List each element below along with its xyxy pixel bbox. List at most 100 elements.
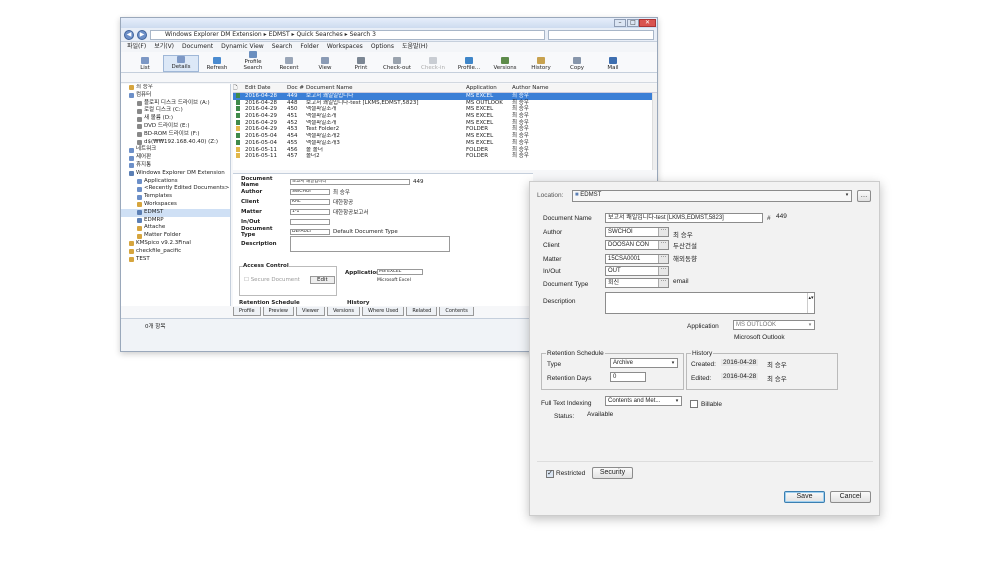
toolbar-button[interactable]: Mail <box>595 57 631 72</box>
tab-related[interactable]: Related <box>406 307 438 316</box>
tree-item[interactable]: 휴지통 <box>121 162 230 170</box>
author-field[interactable]: SWCHOI <box>290 188 330 195</box>
matter-lookup-button[interactable]: ··· <box>658 255 668 263</box>
table-row[interactable]: 2016-05-11 456 폴 폴더 FOLDER 최 승우 <box>233 146 657 154</box>
menu-item[interactable]: 보기(V) <box>154 42 174 52</box>
table-row[interactable]: 2016-05-04 455 액셀파일조개3 MS EXCEL 최 승우 <box>233 139 657 147</box>
search-input[interactable] <box>548 29 654 40</box>
menu-item[interactable]: 파일(F) <box>127 42 146 52</box>
tab-contents[interactable]: Contents <box>439 307 474 316</box>
tree-item[interactable]: DVD 드라이브 (E:) <box>121 123 230 131</box>
forward-icon[interactable]: ▶ <box>137 29 147 40</box>
tab-preview[interactable]: Preview <box>262 307 295 316</box>
tree-item[interactable]: EDMRP <box>121 217 230 225</box>
tree-item[interactable]: KMSpico v9.2.3Final <box>121 240 230 248</box>
toolbar-button[interactable]: Details <box>163 55 199 72</box>
tree-item[interactable]: 로컬 디스크 (C:) <box>121 107 230 115</box>
tree-item[interactable]: BD-ROM 드라이브 (F:) <box>121 131 230 139</box>
menu-item[interactable]: Workspaces <box>327 42 363 52</box>
tree-item[interactable]: Windows Explorer DM Extension <box>121 170 230 178</box>
table-row[interactable]: 2016-05-11 457 폴더2 FOLDER 최 승우 <box>233 153 657 160</box>
doctype-lookup-button[interactable]: ··· <box>658 279 668 287</box>
table-row[interactable]: 2016-04-29 451 액셀파일조개 MS EXCEL 최 승우 <box>233 113 657 120</box>
toolbar-button[interactable]: Profile Search <box>235 51 271 72</box>
menu-item[interactable]: Search <box>272 42 293 52</box>
toolbar-button[interactable]: View <box>307 57 343 72</box>
maximize-button[interactable]: □ <box>627 19 639 27</box>
tree-item[interactable]: 컴퓨터 <box>121 92 230 100</box>
retention-days-input[interactable]: 0 <box>610 372 646 382</box>
application-select[interactable]: MS OUTLOOK ▾ <box>733 320 815 330</box>
menu-item[interactable]: Options <box>371 42 394 52</box>
location-select[interactable]: ■ EDMST ▾ <box>572 190 852 202</box>
col-application[interactable]: Application <box>466 84 512 92</box>
author-input[interactable]: SWCHOI ··· <box>605 227 669 237</box>
tree-item[interactable]: Attache <box>121 224 230 232</box>
toolbar-button[interactable]: Versions <box>487 57 523 72</box>
retention-type-select[interactable]: Archive ▾ <box>610 358 678 368</box>
tree-item[interactable]: 새 볼륨 (D:) <box>121 115 230 123</box>
description-input[interactable]: ▴▾ <box>605 292 815 314</box>
menu-item[interactable]: Folder <box>300 42 319 52</box>
client-field[interactable]: KAL <box>290 198 330 205</box>
application-field[interactable]: MS EXCEL <box>377 269 423 275</box>
table-row[interactable]: 2016-04-29 450 액셀파일조개 MS EXCEL 최 승우 <box>233 106 657 113</box>
col-doc-number[interactable]: Doc # <box>287 84 306 92</box>
address-input[interactable]: Windows Explorer DM Extension ▸ EDMST ▸ … <box>150 29 545 40</box>
col-document-name[interactable]: Document Name <box>306 84 466 92</box>
tree-item[interactable]: 네트워크 <box>121 146 230 154</box>
tab-where-used[interactable]: Where Used <box>362 307 405 316</box>
toolbar-button[interactable]: Recent <box>271 57 307 72</box>
col-edit-date[interactable]: Edit Date <box>245 84 287 92</box>
save-button[interactable]: Save <box>784 491 825 503</box>
tree-item[interactable]: Workspaces <box>121 201 230 209</box>
tree-item[interactable]: Applications <box>121 178 230 186</box>
full-text-indexing-select[interactable]: Contents and Met... ▾ <box>605 396 682 406</box>
minimize-button[interactable]: – <box>614 19 626 27</box>
toolbar-button[interactable]: Check-out <box>379 57 415 72</box>
tree-item[interactable]: EDMST <box>121 208 230 217</box>
toolbar-button[interactable]: Refresh <box>199 57 235 72</box>
menu-item[interactable]: Document <box>182 42 213 52</box>
secure-document-checkbox[interactable]: ☐ Secure Document <box>244 277 300 283</box>
table-row[interactable]: 2016-05-04 454 액셀파일조개2 MS EXCEL 최 승우 <box>233 133 657 140</box>
tab-profile[interactable]: Profile <box>233 307 261 316</box>
restricted-checkbox[interactable]: ✓ <box>546 470 554 478</box>
col-author-name[interactable]: Author Name <box>512 84 572 92</box>
toolbar-button[interactable]: Check-in <box>415 57 451 72</box>
cancel-button[interactable]: Cancel <box>830 491 871 503</box>
security-button[interactable]: Security <box>592 467 633 479</box>
matter-input[interactable]: 15CSA0001 ··· <box>605 254 669 264</box>
toolbar-button[interactable]: History <box>523 57 559 72</box>
list-scrollbar[interactable] <box>652 93 657 170</box>
tree-item[interactable]: <Recently Edited Documents> <box>121 185 230 193</box>
tree-item[interactable]: checkfile_pacific <box>121 248 230 256</box>
toolbar-button[interactable]: Copy <box>559 57 595 72</box>
author-lookup-button[interactable]: ··· <box>658 228 668 236</box>
inout-lookup-button[interactable]: ··· <box>658 267 668 275</box>
matter-field[interactable]: 1-1 <box>290 208 330 215</box>
tab-viewer[interactable]: Viewer <box>296 307 326 316</box>
tab-versions[interactable]: Versions <box>327 307 361 316</box>
tree-item[interactable]: Matter Folder <box>121 232 230 240</box>
tree-item[interactable]: 제어판 <box>121 154 230 162</box>
client-input[interactable]: DOOSAN CON ··· <box>605 240 669 250</box>
inout-input[interactable]: OUT ··· <box>605 266 669 276</box>
table-row[interactable]: 2016-04-29 453 Test Folder2 FOLDER 최 승우 <box>233 126 657 133</box>
edit-button[interactable]: Edit <box>310 276 335 284</box>
inout-field[interactable] <box>290 218 330 225</box>
description-scrollbar[interactable]: ▴▾ <box>807 293 814 313</box>
tree-item[interactable]: 최 승우 <box>121 84 230 92</box>
table-row[interactable]: 2016-04-29 452 액셀파일조개 MS EXCEL 최 승우 <box>233 119 657 127</box>
doctype-input[interactable]: 회신 ··· <box>605 278 669 288</box>
doc-name-input[interactable]: 보고서 쾌일입니다-test [LKMS,EDMST,5823] <box>605 213 763 223</box>
toolbar-button[interactable]: List <box>127 57 163 72</box>
toolbar-button[interactable]: Print <box>343 57 379 72</box>
toolbar-button[interactable]: Profile... <box>451 57 487 72</box>
location-browse-button[interactable]: … <box>857 190 871 202</box>
close-button[interactable]: ✕ <box>639 19 656 27</box>
billable-checkbox[interactable] <box>690 400 698 408</box>
client-lookup-button[interactable]: ··· <box>658 241 668 249</box>
doc-name-field[interactable]: 보고서 쾌일입니다 <box>290 178 410 185</box>
table-row[interactable]: 2016-04-28 449 보고서 쾌일일입니다 MS EXCEL 최 승우 <box>233 93 657 100</box>
